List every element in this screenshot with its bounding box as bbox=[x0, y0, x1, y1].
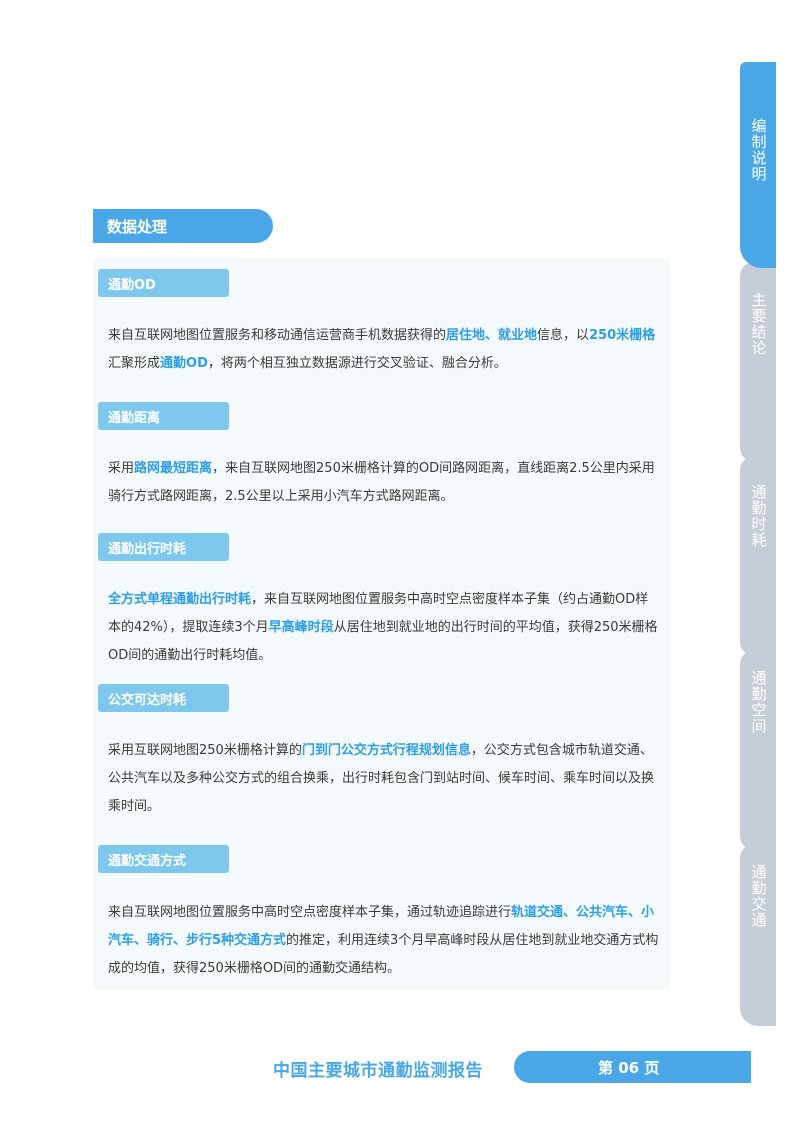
subheader-commute-od: 通勤OD bbox=[98, 269, 229, 297]
highlight-text: 路网最短距离 bbox=[134, 461, 213, 476]
text: 来自互联网地图位置服务中高时空点密度样本子集，通过轨迹追踪进行 bbox=[108, 905, 512, 920]
section-title: 数据处理 bbox=[93, 209, 273, 243]
text: ，将两个相互独立数据源进行交叉验证、融合分析。 bbox=[207, 356, 507, 371]
side-navigation: 主要结论 通勤时耗 通勤空间 通勤交通 编制说明 bbox=[740, 62, 776, 1026]
tab-commute-time[interactable]: 通勤时耗 bbox=[740, 456, 776, 656]
subheader-transit-access-time: 公交可达时耗 bbox=[98, 684, 229, 712]
subheader-commute-travel-time: 通勤出行时耗 bbox=[98, 533, 229, 561]
text: 信息，以 bbox=[537, 328, 590, 343]
subheader-commute-mode: 通勤交通方式 bbox=[98, 845, 229, 873]
tab-label: 通勤空间 bbox=[749, 670, 768, 734]
highlight-text: 门到门公交方式行程规划信息 bbox=[301, 743, 471, 758]
paragraph-transit-access-time: 采用互联网地图250米栅格计算的门到门公交方式行程规划信息，公交方式包含城市轨道… bbox=[108, 737, 660, 821]
tab-label: 主要结论 bbox=[749, 292, 768, 356]
highlight-text: 早高峰时段 bbox=[268, 620, 334, 635]
highlight-text: 全方式单程通勤出行时耗 bbox=[108, 592, 252, 607]
tab-commute-space[interactable]: 通勤空间 bbox=[740, 650, 776, 850]
text: 汇聚形成 bbox=[108, 356, 161, 371]
tab-label: 通勤时耗 bbox=[749, 484, 768, 548]
paragraph-commute-distance: 采用路网最短距离，来自互联网地图250米栅格计算的OD间路网距离，直线距离2.5… bbox=[108, 455, 660, 511]
page-number: 第 06 页 bbox=[514, 1051, 751, 1083]
subheader-commute-distance: 通勤距离 bbox=[98, 402, 229, 430]
paragraph-commute-travel-time: 全方式单程通勤出行时耗，来自互联网地图位置服务中高时空点密度样本子集（约占通勤O… bbox=[108, 586, 660, 670]
highlight-text: 通勤OD bbox=[160, 356, 208, 371]
highlight-text: 居住地、就业地 bbox=[446, 328, 538, 343]
paragraph-commute-mode: 来自互联网地图位置服务中高时空点密度样本子集，通过轨迹追踪进行轨道交通、公共汽车… bbox=[108, 899, 660, 983]
tab-main-conclusions[interactable]: 主要结论 bbox=[740, 262, 776, 462]
report-title: 中国主要城市通勤监测报告 bbox=[273, 1061, 483, 1081]
highlight-text: 250米栅格 bbox=[589, 328, 656, 343]
tab-compilation-notes[interactable]: 编制说明 bbox=[740, 62, 776, 268]
tab-label: 编制说明 bbox=[749, 118, 768, 182]
tab-commute-transport[interactable]: 通勤交通 bbox=[740, 844, 776, 1026]
text: 采用互联网地图250米栅格计算的 bbox=[108, 743, 302, 758]
text: 采用 bbox=[108, 461, 135, 476]
paragraph-commute-od: 来自互联网地图位置服务和移动通信运营商手机数据获得的居住地、就业地信息，以250… bbox=[108, 322, 660, 378]
text: 来自互联网地图位置服务和移动通信运营商手机数据获得的 bbox=[108, 328, 447, 343]
tab-label: 通勤交通 bbox=[749, 864, 768, 928]
